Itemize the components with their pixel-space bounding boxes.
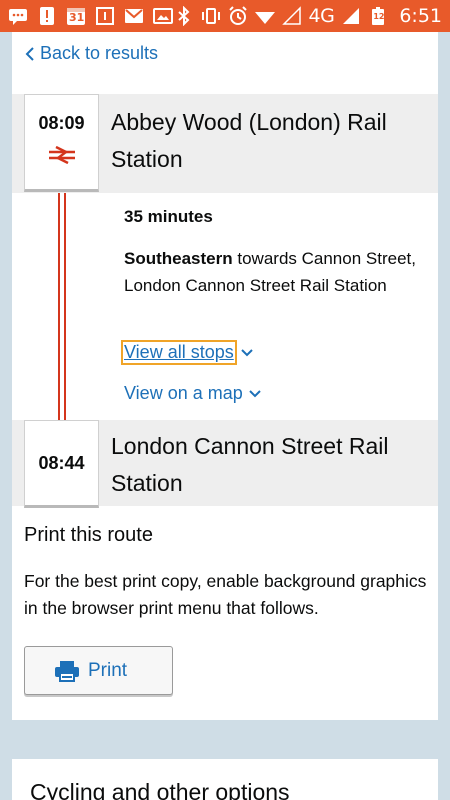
chevron-left-icon <box>25 46 34 61</box>
clock: 6:51 <box>399 5 442 27</box>
print-route-heading: Print this route <box>24 524 153 546</box>
messages-icon <box>8 6 28 26</box>
screen-icon <box>95 6 115 26</box>
alarm-icon <box>228 6 248 26</box>
view-all-stops-toggle[interactable]: View all stops <box>121 340 254 365</box>
view-on-map-toggle[interactable]: View on a map <box>124 383 262 404</box>
printer-icon <box>55 660 79 682</box>
origin-time-box: 08:09 <box>24 94 99 192</box>
calendar-day: 31 <box>69 11 85 24</box>
print-button[interactable]: Print <box>24 646 173 695</box>
image-icon <box>153 6 173 26</box>
route-line <box>58 193 66 420</box>
print-route-description: For the best print copy, enable backgrou… <box>24 571 427 618</box>
battery-icon: 12 <box>368 6 388 26</box>
chevron-down-icon <box>249 389 261 397</box>
vibrate-icon <box>201 6 221 26</box>
wifi-icon <box>254 6 275 26</box>
cycling-options-heading[interactable]: Cycling and other options <box>30 779 290 800</box>
back-link-label: Back to results <box>40 43 159 63</box>
journey-leg: 35 minutes Southeastern towards Cannon S… <box>124 207 424 299</box>
view-on-map-link[interactable]: View on a map <box>124 383 243 404</box>
battery-level: 12 <box>373 12 385 21</box>
journey-card: Back to results 08:09 Abbey Wood (London… <box>12 32 438 720</box>
leg-operator-info: Southeastern towards Cannon Street, Lond… <box>124 245 424 299</box>
alert-icon <box>37 6 57 26</box>
chevron-down-icon <box>241 348 253 356</box>
origin-station-name: Abbey Wood (London) Rail Station <box>111 109 387 172</box>
destination-stop: 08:44 London Cannon Street Rail Station <box>12 420 438 508</box>
signal-icon <box>341 6 361 26</box>
cycling-options-card: Cycling and other options <box>12 759 438 800</box>
origin-time: 08:09 <box>38 113 85 133</box>
leg-duration: 35 minutes <box>124 207 213 226</box>
bluetooth-icon <box>174 6 194 26</box>
national-rail-icon <box>48 146 75 164</box>
gmail-icon <box>124 6 144 26</box>
destination-time-box: 08:44 <box>24 420 99 508</box>
status-bar: 31 4G 12 6:51 <box>0 0 450 32</box>
view-all-stops-link[interactable]: View all stops <box>121 340 237 365</box>
signal-empty-icon <box>281 6 302 26</box>
destination-time: 08:44 <box>38 452 85 473</box>
print-button-label: Print <box>88 659 128 681</box>
back-to-results-link[interactable]: Back to results <box>24 43 158 64</box>
operator-name: Southeastern <box>124 249 233 268</box>
origin-stop: 08:09 Abbey Wood (London) Rail Station <box>12 94 438 193</box>
destination-station-name: London Cannon Street Rail Station <box>111 433 389 496</box>
network-type: 4G <box>308 5 335 27</box>
calendar-icon: 31 <box>66 6 86 26</box>
